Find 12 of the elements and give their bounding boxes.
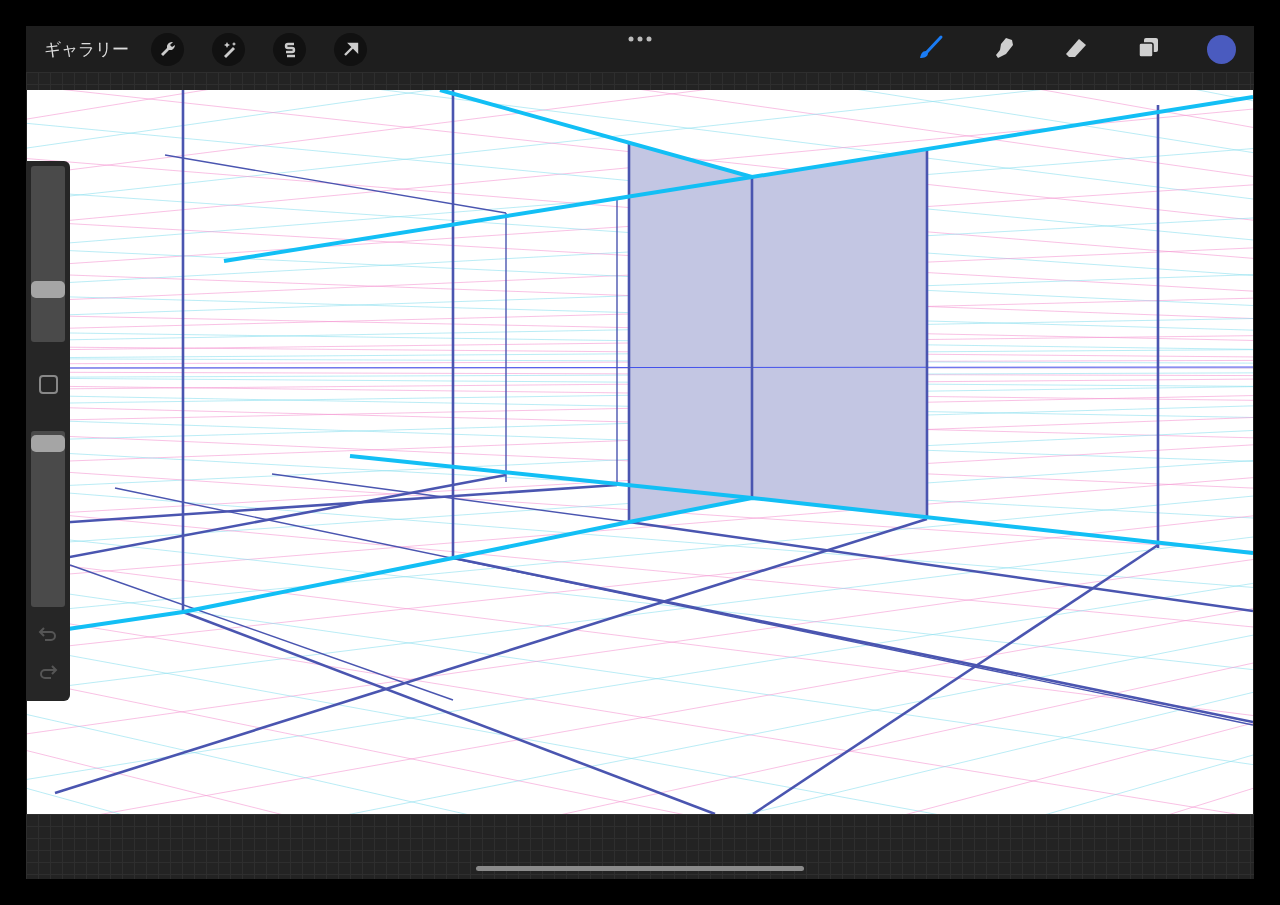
wrench-button[interactable]: [151, 32, 184, 66]
brush-size-slider[interactable]: [31, 166, 65, 342]
opacity-slider[interactable]: [31, 431, 65, 607]
arrow-button[interactable]: [334, 32, 367, 66]
slider-thumb[interactable]: [31, 434, 65, 452]
more-icon[interactable]: [628, 36, 652, 42]
magic-wand-button[interactable]: [212, 32, 245, 66]
modify-button[interactable]: [38, 375, 58, 394]
slider-thumb[interactable]: [31, 280, 65, 298]
s-curve-button[interactable]: [273, 32, 306, 66]
color-swatch[interactable]: [1207, 34, 1236, 64]
gallery-button[interactable]: ギャラリー: [44, 37, 129, 61]
